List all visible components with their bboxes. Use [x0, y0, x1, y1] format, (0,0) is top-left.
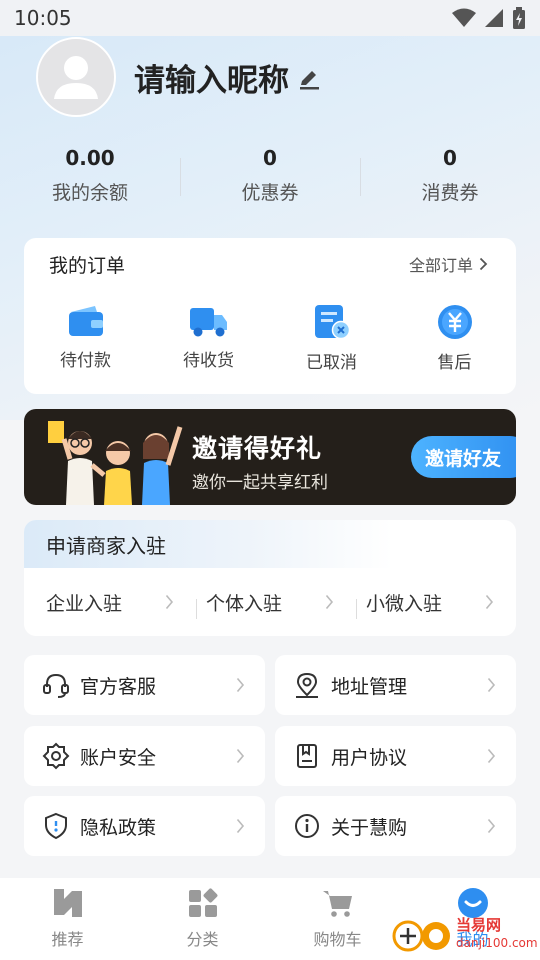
stat-coupons[interactable]: 0 优惠券	[180, 146, 360, 216]
battery-icon	[513, 7, 525, 29]
stat-value: 0.00	[65, 146, 115, 170]
chevron-right-icon	[236, 677, 245, 693]
wallet-stats: 0.00 我的余额 0 优惠券 0 消费券	[0, 146, 540, 216]
cancelled-doc-icon	[314, 305, 350, 340]
merchant-enterprise[interactable]: 企业入驻	[24, 589, 196, 616]
status-icons	[452, 7, 526, 29]
nav-label: 分类	[186, 930, 219, 949]
watermark-text: 当易网	[456, 916, 502, 934]
menu-address-management[interactable]: 地址管理	[275, 655, 516, 715]
order-label: 已取消	[306, 353, 357, 373]
nav-label: 购物车	[313, 930, 362, 949]
order-pending-payment[interactable]: 待付款	[24, 304, 147, 373]
merchant-label: 小微入驻	[366, 592, 443, 615]
cart-icon	[322, 891, 352, 917]
people-illustration	[48, 421, 183, 505]
order-label: 待付款	[60, 351, 111, 371]
headset-icon	[43, 673, 69, 698]
menu-label: 官方客服	[80, 675, 157, 698]
invite-banner[interactable]: 邀请得好礼 邀你一起共享红利 邀请好友	[24, 409, 516, 505]
chevron-right-icon	[236, 748, 245, 764]
banner-subtitle: 邀你一起共享红利	[192, 473, 328, 493]
menu-label: 隐私政策	[80, 816, 157, 839]
merchant-individual[interactable]: 个体入驻	[196, 589, 356, 619]
chevron-right-icon	[165, 594, 174, 610]
orders-title: 我的订单	[49, 254, 126, 277]
location-pin-icon	[296, 672, 318, 698]
merchant-title: 申请商家入驻	[24, 520, 516, 568]
merchant-label: 企业入驻	[46, 592, 123, 615]
chevron-right-icon	[485, 594, 494, 610]
order-label: 售后	[437, 353, 472, 373]
merchant-card: 申请商家入驻 企业入驻 个体入驻 小微入驻	[24, 520, 516, 636]
gear-icon	[42, 742, 70, 770]
all-orders-link[interactable]: 全部订单	[409, 252, 488, 276]
banner-title: 邀请得好礼	[192, 434, 323, 463]
watermark-url: danji100.com	[456, 936, 538, 950]
default-user-icon	[54, 56, 98, 99]
merchant-options: 企业入驻 个体入驻 小微入驻	[24, 568, 516, 636]
menu-about[interactable]: 关于慧购	[275, 796, 516, 856]
menu-label: 关于慧购	[331, 816, 408, 839]
chevron-right-icon	[325, 594, 334, 610]
watermark-logo-icon	[392, 920, 450, 952]
home-logo-icon	[53, 889, 82, 917]
stat-label: 我的余额	[51, 182, 128, 204]
menu-privacy-policy[interactable]: 隐私政策	[24, 796, 265, 856]
menu-account-security[interactable]: 账户安全	[24, 726, 265, 786]
order-pending-receipt[interactable]: 待收货	[147, 304, 270, 373]
nav-recommend[interactable]: 推荐	[0, 878, 135, 960]
yuan-coin-icon	[437, 305, 472, 339]
menu-label: 地址管理	[331, 675, 408, 698]
menu-customer-service[interactable]: 官方客服	[24, 655, 265, 715]
info-icon	[295, 814, 319, 838]
nav-cart[interactable]: 购物车	[270, 878, 405, 960]
status-time: 10:05	[14, 6, 72, 30]
category-grid-icon	[188, 888, 217, 917]
stat-value: 0	[263, 146, 277, 170]
stat-label: 优惠券	[241, 182, 299, 204]
menu-label: 用户协议	[331, 746, 408, 769]
stat-label: 消费券	[421, 182, 479, 204]
chevron-right-icon	[487, 748, 496, 764]
nav-label: 推荐	[51, 930, 84, 949]
wallet-icon	[68, 306, 103, 336]
orders-header: 我的订单 全部订单	[24, 238, 516, 290]
chevron-right-icon	[487, 818, 496, 834]
order-label: 待收货	[183, 351, 234, 371]
chevron-right-icon	[487, 677, 496, 693]
wifi-icon	[452, 8, 476, 27]
shield-icon	[45, 812, 67, 840]
stat-vouchers[interactable]: 0 消费券	[360, 146, 540, 216]
stat-value: 0	[443, 146, 457, 170]
all-orders-label: 全部订单	[408, 256, 473, 275]
edit-icon[interactable]	[297, 67, 321, 91]
status-bar: 10:05	[0, 0, 540, 36]
menu-label: 账户安全	[80, 746, 157, 769]
order-status-row: 待付款 待收货 已取消 售后	[24, 304, 516, 373]
watermark: 当易网 danji100.com	[392, 908, 540, 960]
stat-balance[interactable]: 0.00 我的余额	[0, 146, 180, 216]
invite-friends-button[interactable]: 邀请好友	[411, 436, 516, 478]
merchant-label: 个体入驻	[206, 592, 283, 615]
document-icon	[297, 744, 317, 768]
orders-card: 我的订单 全部订单 待付款 待收货 已取消 售后	[24, 238, 516, 394]
order-after-sales[interactable]: 售后	[393, 304, 516, 373]
nickname[interactable]: 请输入昵称	[134, 55, 289, 100]
menu-user-agreement[interactable]: 用户协议	[275, 726, 516, 786]
signal-icon	[485, 9, 503, 27]
merchant-micro[interactable]: 小微入驻	[356, 589, 516, 619]
chevron-right-icon	[479, 257, 488, 271]
order-cancelled[interactable]: 已取消	[270, 304, 393, 373]
truck-icon	[189, 308, 227, 337]
avatar[interactable]	[36, 37, 116, 117]
nav-category[interactable]: 分类	[135, 878, 270, 960]
chevron-right-icon	[236, 818, 245, 834]
profile-section: 请输入昵称	[36, 37, 321, 117]
